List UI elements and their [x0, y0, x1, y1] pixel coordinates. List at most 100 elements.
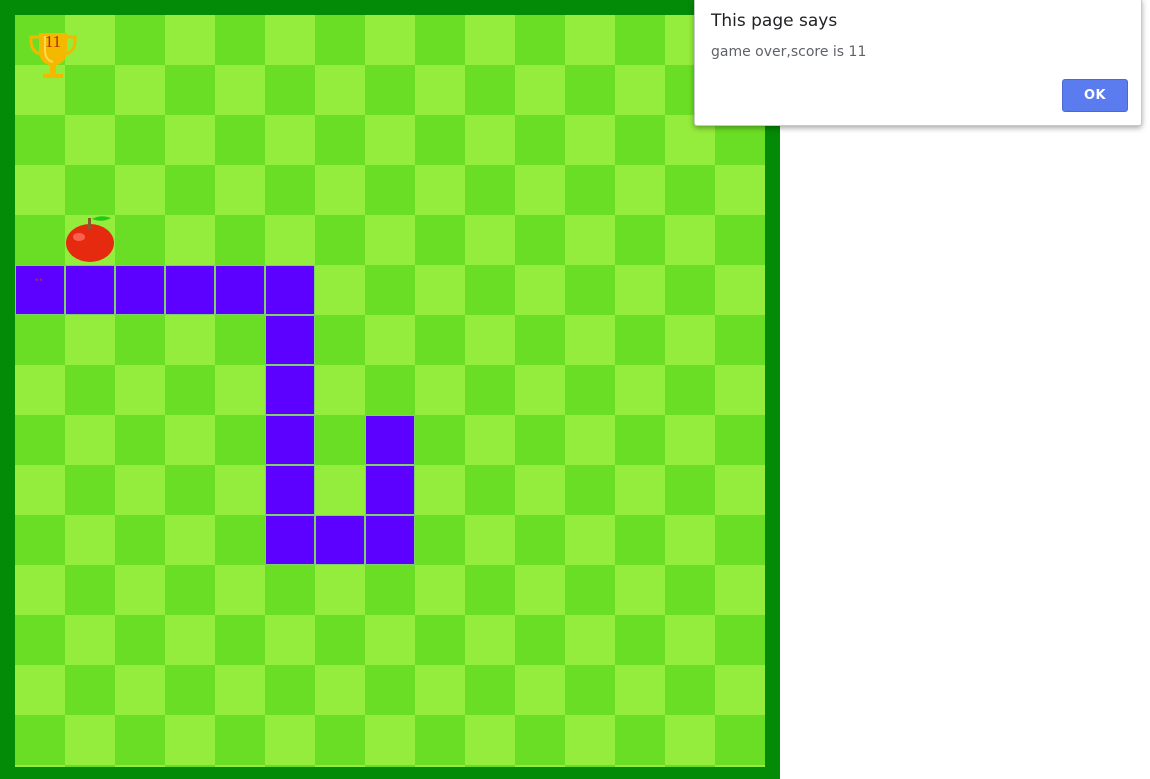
board-tile — [565, 15, 615, 65]
board-tile — [165, 165, 215, 215]
board-tile — [465, 15, 515, 65]
board-tile — [715, 165, 765, 215]
board-tile — [65, 715, 115, 765]
board-tile — [565, 265, 615, 315]
board-tile — [365, 165, 415, 215]
board-tile — [415, 615, 465, 665]
board-tile — [215, 615, 265, 665]
board-tile — [615, 515, 665, 565]
board-tile — [215, 65, 265, 115]
ok-button[interactable]: OK — [1062, 79, 1128, 112]
board-tile — [315, 165, 365, 215]
board-tile — [165, 65, 215, 115]
board-tile — [665, 315, 715, 365]
board-tile — [615, 165, 665, 215]
board-tile — [65, 615, 115, 665]
board-tile — [165, 515, 215, 565]
dialog-title: This page says — [711, 11, 838, 31]
board-tile — [415, 15, 465, 65]
board-tile — [615, 15, 665, 65]
board-tile — [415, 365, 465, 415]
board-tile — [715, 315, 765, 365]
board-tile — [715, 665, 765, 715]
board-tile — [165, 15, 215, 65]
board-tile — [315, 565, 365, 615]
snake-segment — [265, 315, 315, 365]
board-tile — [65, 365, 115, 415]
snake-segment — [65, 265, 115, 315]
board-tile — [465, 115, 515, 165]
board-tile — [665, 465, 715, 515]
board-tile — [615, 615, 665, 665]
board-tile — [315, 415, 365, 465]
board-tile — [565, 765, 615, 767]
board-tile — [365, 665, 415, 715]
board-tile — [465, 365, 515, 415]
board-tile — [465, 715, 515, 765]
board-tile — [615, 565, 665, 615]
board-tile — [15, 615, 65, 665]
board-tile — [215, 365, 265, 415]
board-tile — [265, 565, 315, 615]
board-tile — [515, 165, 565, 215]
snake-segment — [265, 515, 315, 565]
board-tile — [465, 665, 515, 715]
board-tile — [415, 465, 465, 515]
board-tile — [615, 415, 665, 465]
board-tile — [365, 65, 415, 115]
board-tile — [465, 215, 515, 265]
board-tile — [665, 765, 715, 767]
board-tile — [715, 415, 765, 465]
board-tile — [465, 315, 515, 365]
board-tile — [115, 665, 165, 715]
board-tile — [315, 65, 365, 115]
board-tile — [115, 65, 165, 115]
board-tile — [265, 215, 315, 265]
board-tile — [115, 365, 165, 415]
board-tile — [515, 615, 565, 665]
snake-segment — [115, 265, 165, 315]
board-tile — [215, 565, 265, 615]
board-tile — [515, 115, 565, 165]
snake-segment — [365, 415, 415, 465]
snake-segment — [265, 265, 315, 315]
alert-dialog: This page says game over,score is 11 OK — [694, 0, 1142, 126]
board-tile — [665, 565, 715, 615]
board-tile — [665, 165, 715, 215]
board-tile — [415, 665, 465, 715]
board-tile — [215, 315, 265, 365]
board-tile — [115, 715, 165, 765]
board-tile — [615, 315, 665, 365]
game-board[interactable]: •• 11 — [15, 15, 765, 767]
board-tile — [315, 615, 365, 665]
board-tile — [565, 665, 615, 715]
board-tile — [515, 415, 565, 465]
board-tile — [365, 765, 415, 767]
board-tile — [515, 765, 565, 767]
board-tile — [15, 415, 65, 465]
trophy-score: 11 — [27, 30, 79, 82]
board-tile — [315, 665, 365, 715]
board-tile — [415, 715, 465, 765]
board-tile — [515, 365, 565, 415]
board-tile — [365, 615, 415, 665]
board-tile — [315, 765, 365, 767]
board-tile — [415, 115, 465, 165]
board-tile — [265, 65, 315, 115]
board-tile — [165, 615, 215, 665]
board-tile — [65, 665, 115, 715]
snake-segment — [215, 265, 265, 315]
board-tile — [665, 265, 715, 315]
board-tile — [665, 715, 715, 765]
snake-segment — [265, 465, 315, 515]
board-tile — [215, 665, 265, 715]
board-tile — [415, 315, 465, 365]
score-value: 11 — [44, 32, 62, 51]
board-tile — [615, 265, 665, 315]
board-tile — [265, 765, 315, 767]
board-tile — [565, 615, 615, 665]
board-tile — [615, 765, 665, 767]
board-tile — [465, 615, 515, 665]
board-tile — [715, 265, 765, 315]
board-tile — [515, 565, 565, 615]
